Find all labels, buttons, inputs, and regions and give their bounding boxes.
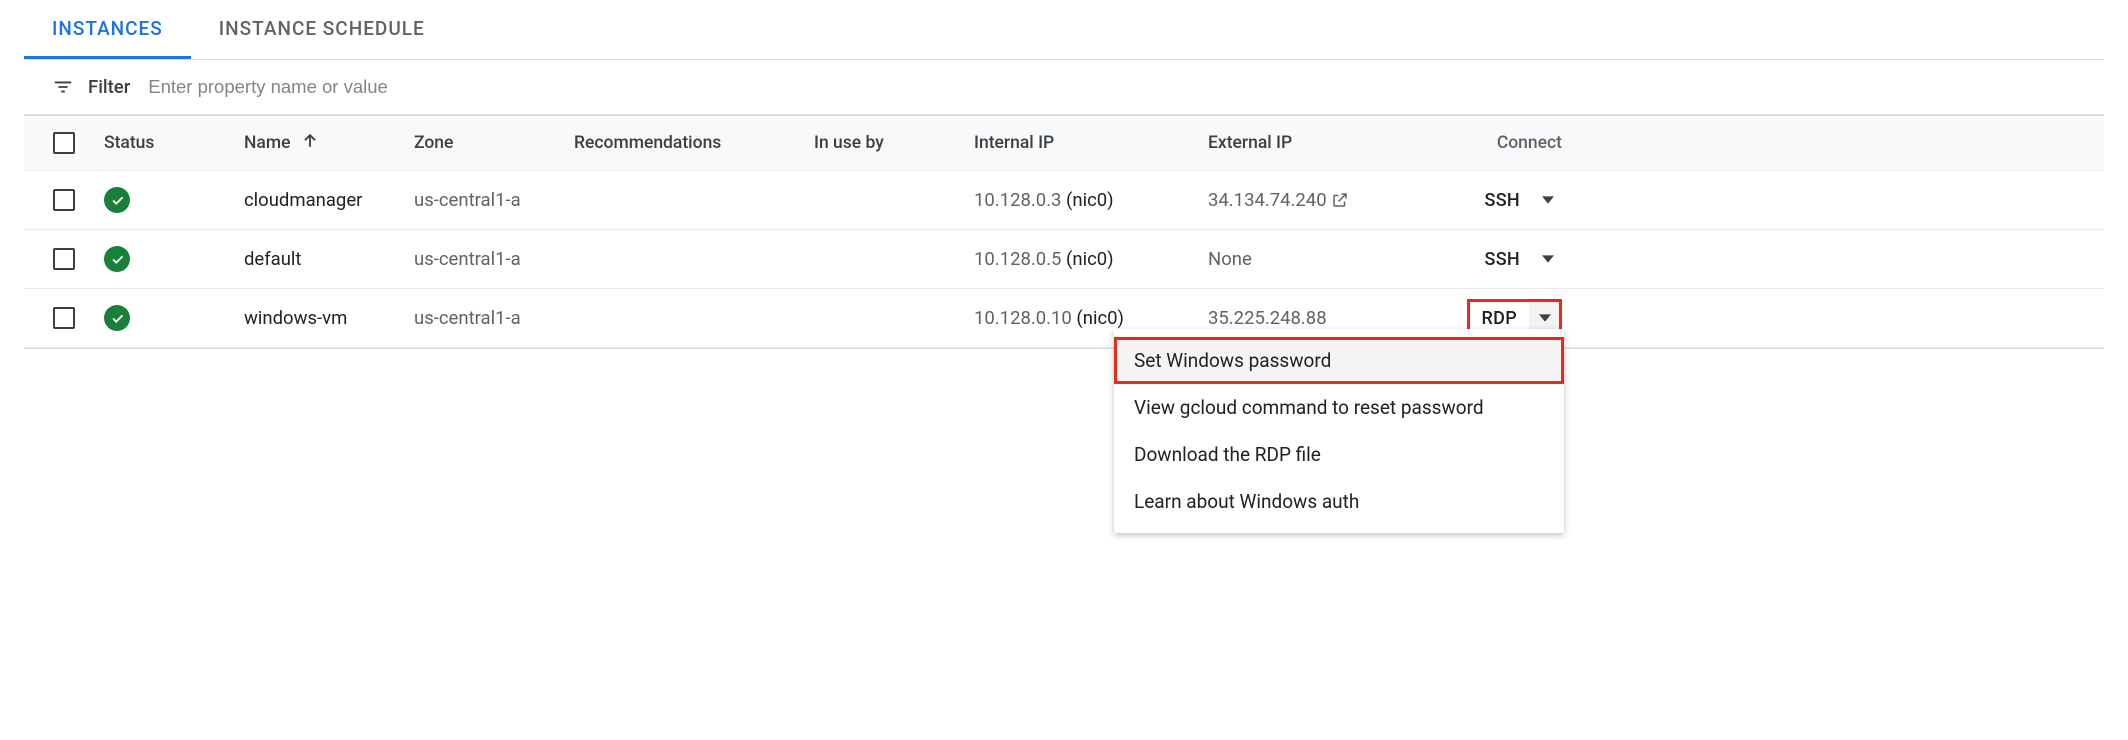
select-all-checkbox[interactable]: [53, 132, 75, 154]
row-checkbox[interactable]: [53, 189, 75, 211]
col-recommendations[interactable]: Recommendations: [574, 123, 814, 163]
row-checkbox[interactable]: [53, 248, 75, 270]
table-header-row: Status Name Zone Recommendations In use …: [24, 115, 2104, 171]
instance-zone: us-central1-a: [414, 297, 574, 339]
table-row: cloudmanager us-central1-a 10.128.0.3 (n…: [24, 171, 2104, 230]
col-name-label: Name: [244, 133, 290, 153]
instance-in-use-by: [814, 249, 974, 269]
col-connect[interactable]: Connect: [1434, 123, 1564, 163]
instance-internal-ip: 10.128.0.5 (nic0): [974, 238, 1208, 280]
status-running-icon: [104, 246, 130, 272]
instance-recommendations: [574, 249, 814, 269]
menu-view-gcloud-command[interactable]: View gcloud command to reset password: [1114, 384, 1564, 431]
instance-name[interactable]: default: [244, 238, 414, 280]
filter-label: Filter: [88, 76, 130, 98]
connect-ssh-button[interactable]: SSH: [1473, 181, 1562, 219]
status-running-icon: [104, 187, 130, 213]
instances-table: Status Name Zone Recommendations In use …: [24, 114, 2104, 349]
instance-internal-ip: 10.128.0.3 (nic0): [974, 179, 1208, 221]
col-zone[interactable]: Zone: [414, 123, 574, 163]
connect-dropdown-caret[interactable]: [1532, 181, 1562, 219]
instance-in-use-by: [814, 190, 974, 210]
menu-set-windows-password[interactable]: Set Windows password: [1114, 337, 1564, 384]
menu-learn-windows-auth[interactable]: Learn about Windows auth: [1114, 478, 1564, 525]
connect-dropdown-menu: Set Windows password View gcloud command…: [1114, 329, 1564, 533]
instance-recommendations: [574, 308, 814, 328]
col-name[interactable]: Name: [244, 121, 414, 166]
filter-input[interactable]: [144, 70, 2104, 104]
connect-ssh-button[interactable]: SSH: [1473, 240, 1562, 278]
instance-zone: us-central1-a: [414, 238, 574, 280]
open-in-new-icon[interactable]: [1331, 191, 1349, 209]
filter-bar: Filter: [24, 60, 2104, 114]
instance-recommendations: [574, 190, 814, 210]
connect-label: SSH: [1473, 240, 1532, 278]
col-in-use-by[interactable]: In use by: [814, 123, 974, 163]
instance-name[interactable]: windows-vm: [244, 297, 414, 339]
filter-icon: [52, 76, 74, 98]
tab-instance-schedule[interactable]: INSTANCE SCHEDULE: [191, 0, 453, 59]
instance-external-ip: None: [1208, 238, 1434, 280]
instance-zone: us-central1-a: [414, 179, 574, 221]
table-row: windows-vm us-central1-a 10.128.0.10 (ni…: [24, 289, 2104, 348]
connect-dropdown-caret[interactable]: [1532, 240, 1562, 278]
sort-ascending-icon: [300, 131, 320, 156]
tabs-bar: INSTANCES INSTANCE SCHEDULE: [24, 0, 2104, 60]
status-running-icon: [104, 305, 130, 331]
row-checkbox[interactable]: [53, 307, 75, 329]
tab-instances[interactable]: INSTANCES: [24, 0, 191, 59]
instance-name[interactable]: cloudmanager: [244, 179, 414, 221]
table-row: default us-central1-a 10.128.0.5 (nic0) …: [24, 230, 2104, 289]
menu-download-rdp-file[interactable]: Download the RDP file: [1114, 431, 1564, 478]
instance-external-ip: 34.134.74.240: [1208, 179, 1434, 221]
connect-label: SSH: [1473, 181, 1532, 219]
col-status[interactable]: Status: [104, 123, 244, 163]
col-internal-ip[interactable]: Internal IP: [974, 123, 1208, 163]
instance-in-use-by: [814, 308, 974, 328]
col-external-ip[interactable]: External IP: [1208, 123, 1434, 163]
